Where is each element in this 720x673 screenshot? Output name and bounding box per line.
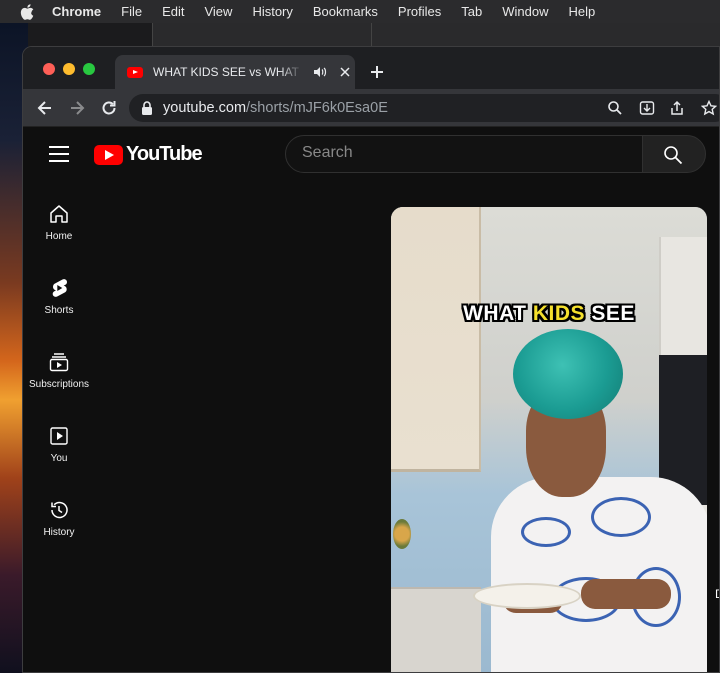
macos-menu-bar: Chrome File Edit View History Bookmarks …	[0, 0, 720, 23]
fullscreen-window-button[interactable]	[83, 63, 95, 75]
menu-edit[interactable]: Edit	[162, 4, 184, 19]
video-frame-plant	[393, 519, 411, 549]
sidebar-item-you[interactable]: You	[23, 425, 95, 485]
browser-toolbar: youtube.com/shorts/mJF6k0Esa0E	[23, 89, 719, 127]
youtube-logo[interactable]: YouTube	[94, 143, 203, 166]
address-bar[interactable]: youtube.com/shorts/mJF6k0Esa0E	[129, 94, 719, 122]
video-frame-plate	[473, 583, 581, 609]
video-caption: WHAT KIDS SEE	[463, 302, 635, 325]
menu-hamburger-icon[interactable]	[49, 146, 69, 162]
video-frame-cabinet	[391, 207, 481, 472]
menu-tab[interactable]: Tab	[461, 4, 482, 19]
search-icon	[664, 146, 683, 165]
speaker-icon[interactable]	[313, 65, 327, 79]
reload-icon[interactable]	[99, 98, 119, 118]
menu-app-name[interactable]: Chrome	[52, 4, 101, 19]
new-tab-icon[interactable]	[369, 64, 385, 80]
menu-help[interactable]: Help	[569, 4, 596, 19]
menu-file[interactable]: File	[121, 4, 142, 19]
sidebar-label-home: Home	[45, 231, 73, 242]
forward-arrow-icon[interactable]	[67, 98, 87, 118]
subscriptions-icon	[49, 353, 69, 372]
video-frame-arm-right	[581, 579, 671, 609]
menu-view[interactable]: View	[204, 4, 232, 19]
cut-off-text: D	[715, 587, 719, 601]
sidebar-item-shorts[interactable]: Shorts	[23, 277, 95, 337]
youtube-play-logo-icon	[94, 144, 123, 165]
history-icon	[51, 501, 68, 519]
search-button[interactable]	[642, 135, 706, 173]
bookmark-star-icon[interactable]	[701, 100, 717, 116]
video-frame-person-shirt	[491, 477, 707, 672]
menu-profiles[interactable]: Profiles	[398, 4, 441, 19]
close-window-button[interactable]	[43, 63, 55, 75]
tab-strip: WHAT KIDS SEE vs WHAT PARENTS SEE	[23, 47, 719, 89]
search-input[interactable]	[302, 144, 622, 162]
youtube-favicon-icon	[127, 66, 143, 78]
sidebar-label-you: You	[50, 453, 68, 464]
minimize-window-button[interactable]	[63, 63, 75, 75]
lock-icon[interactable]	[141, 101, 153, 115]
menu-history[interactable]: History	[252, 4, 292, 19]
share-icon[interactable]	[669, 100, 685, 116]
sidebar-label-shorts: Shorts	[44, 305, 74, 316]
close-tab-icon[interactable]	[339, 66, 351, 78]
tab-title: WHAT KIDS SEE vs WHAT PARENTS SEE	[153, 65, 303, 79]
video-frame-person-hair	[513, 329, 623, 419]
back-arrow-icon[interactable]	[35, 98, 55, 118]
menu-window[interactable]: Window	[502, 4, 548, 19]
sidebar-item-home[interactable]: Home	[23, 203, 95, 263]
shorts-video-player[interactable]: WHAT KIDS SEE	[391, 207, 707, 672]
video-frame-shelf	[391, 587, 481, 672]
shorts-icon	[52, 279, 67, 297]
url-text[interactable]: youtube.com/shorts/mJF6k0Esa0E	[163, 100, 388, 116]
sidebar-item-subscriptions[interactable]: Subscriptions	[23, 351, 95, 411]
youtube-logo-text: YouTube	[126, 143, 203, 165]
home-icon	[50, 205, 68, 223]
video-caption-highlight: KIDS	[532, 302, 586, 325]
sidebar-label-history: History	[43, 527, 75, 538]
zoom-search-icon[interactable]	[607, 100, 623, 116]
chrome-window: WHAT KIDS SEE vs WHAT PARENTS SEE	[22, 46, 720, 673]
install-app-icon[interactable]	[639, 100, 655, 116]
youtube-page: YouTube Home Shorts	[23, 127, 719, 672]
sidebar-label-subscriptions: Subscriptions	[28, 379, 90, 390]
apple-icon[interactable]	[18, 3, 36, 20]
menu-bookmarks[interactable]: Bookmarks	[313, 4, 378, 19]
you-icon	[50, 427, 68, 445]
search-box[interactable]	[285, 135, 643, 173]
sidebar-item-history[interactable]: History	[23, 499, 95, 559]
browser-tab-active[interactable]: WHAT KIDS SEE vs WHAT PARENTS SEE	[115, 55, 355, 89]
